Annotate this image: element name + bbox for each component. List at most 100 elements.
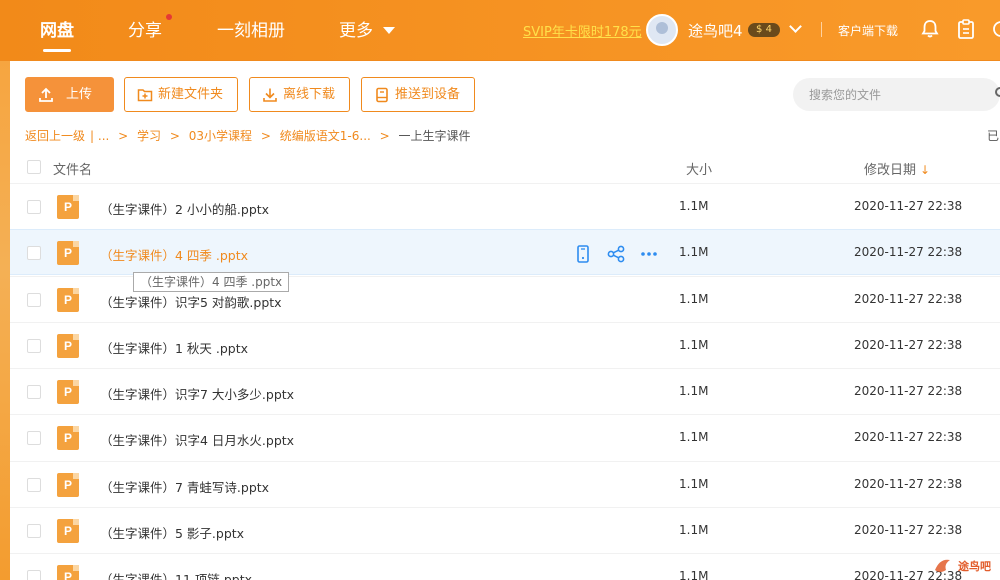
bell-icon[interactable] (919, 18, 941, 40)
breadcrumb-separator: > (118, 129, 129, 143)
row-checkbox[interactable] (27, 431, 41, 445)
column-header-size[interactable]: 大小 (686, 159, 712, 178)
more-icon[interactable] (639, 244, 659, 264)
watermark-logo (935, 559, 950, 572)
file-date: 2020-11-27 22:38 (854, 338, 963, 352)
file-size: 1.1M (679, 569, 709, 580)
username[interactable]: 途鸟吧4 (688, 20, 743, 41)
svip-promo-link[interactable]: SVIP年卡限时178元 (523, 21, 642, 40)
table-row[interactable]: P （生字课件）1 秋天 .pptx 1.1M 2020-11-27 22:38 (10, 322, 1000, 368)
file-date: 2020-11-27 22:38 (854, 292, 963, 306)
new-folder-button-label: 新建文件夹 (158, 87, 224, 102)
search-input[interactable] (809, 85, 979, 105)
row-checkbox[interactable] (27, 200, 41, 214)
new-folder-button[interactable]: 新建文件夹 (124, 77, 238, 112)
pptx-file-icon: P (57, 426, 79, 450)
row-checkbox[interactable] (27, 339, 41, 353)
client-download-link[interactable]: 客户端下载 (838, 22, 898, 39)
pptx-file-icon: P (57, 241, 79, 265)
breadcrumb-item-chinese-edition[interactable]: 统编版语文1-6... (280, 129, 371, 143)
row-checkbox[interactable] (27, 524, 41, 538)
table-row[interactable]: P （生字课件）4 四季 .pptx 1.1M 2020-11-27 22:38 (10, 229, 1000, 275)
table-row[interactable]: P （生字课件）5 影子.pptx 1.1M 2020-11-27 22:38 (10, 507, 1000, 553)
filename-tooltip: （生字课件）4 四季 .pptx (133, 272, 290, 292)
file-size: 1.1M (679, 338, 709, 352)
file-size: 1.1M (679, 384, 709, 398)
level-badge: $ 4 (748, 23, 780, 37)
avatar[interactable] (646, 14, 678, 46)
search-box[interactable] (793, 78, 1000, 111)
upload-button-label: 上传 (66, 87, 93, 102)
row-checkbox[interactable] (27, 570, 41, 580)
breadcrumb-ellipsis[interactable]: | ... (90, 129, 109, 143)
table-row[interactable]: P （生字课件）识字4 日月水火.pptx 1.1M 2020-11-27 22… (10, 414, 1000, 460)
row-checkbox[interactable] (27, 385, 41, 399)
folder-plus-icon (137, 89, 153, 102)
file-name[interactable]: （生字课件）1 秋天 .pptx (100, 338, 248, 357)
table-row[interactable]: P （生字课件）11 项链.pptx 1.1M 2020-11-27 22:38 (10, 553, 1000, 580)
file-name[interactable]: （生字课件）5 影子.pptx (100, 523, 244, 542)
file-name[interactable]: （生字课件）4 四季 .pptx (100, 245, 248, 264)
search-icon[interactable] (995, 87, 1000, 97)
offline-download-button[interactable]: 离线下载 (249, 77, 350, 112)
push-to-device-button[interactable]: 推送到设备 (361, 77, 475, 112)
table-row[interactable]: P （生字课件）2 小小的船.pptx 1.1M 2020-11-27 22:3… (10, 183, 1000, 229)
background-strip (0, 61, 10, 580)
top-nav-bar: 网盘 分享 一刻相册 更多 SVIP年卡限时178元 途鸟吧4 $ 4 客户端下… (0, 0, 1000, 60)
download-icon (263, 88, 277, 102)
breadcrumb-separator: > (260, 129, 271, 143)
row-checkbox[interactable] (27, 478, 41, 492)
pptx-file-icon: P (57, 473, 79, 497)
column-header-date[interactable]: 修改日期 ↓ (864, 159, 930, 178)
device-icon (376, 87, 388, 103)
file-size: 1.1M (679, 199, 709, 213)
file-name[interactable]: （生字课件）2 小小的船.pptx (100, 199, 269, 218)
tab-moment-album[interactable]: 一刻相册 (217, 16, 285, 41)
settings-icon[interactable] (990, 18, 1000, 40)
chevron-down-icon[interactable] (789, 20, 802, 33)
clipboard-icon[interactable] (955, 18, 977, 40)
select-all-checkbox[interactable] (27, 160, 41, 174)
chevron-down-icon[interactable] (383, 27, 395, 34)
breadcrumb-item-primary-course[interactable]: 03小学课程 (189, 129, 252, 143)
push-to-device-button-label: 推送到设备 (395, 87, 461, 102)
file-name[interactable]: （生字课件）识字5 对韵歌.pptx (100, 292, 282, 311)
pptx-file-icon: P (57, 288, 79, 312)
file-date: 2020-11-27 22:38 (854, 477, 963, 491)
upload-icon (39, 87, 53, 102)
share-icon[interactable] (606, 244, 626, 264)
tab-more[interactable]: 更多 (339, 16, 373, 41)
column-header-name[interactable]: 文件名 (53, 159, 92, 178)
offline-download-button-label: 离线下载 (283, 87, 336, 102)
row-actions (565, 244, 665, 264)
phone-icon[interactable] (573, 244, 593, 264)
file-size: 1.1M (679, 523, 709, 537)
file-name[interactable]: （生字课件）11 项链.pptx (100, 569, 252, 580)
breadcrumb-item-study[interactable]: 学习 (137, 129, 161, 143)
tab-share[interactable]: 分享 (128, 16, 162, 41)
file-name[interactable]: （生字课件）识字7 大小多少.pptx (100, 384, 294, 403)
row-checkbox[interactable] (27, 246, 41, 260)
pptx-file-icon: P (57, 519, 79, 543)
table-row[interactable]: P （生字课件）7 青蛙写诗.pptx 1.1M 2020-11-27 22:3… (10, 461, 1000, 507)
divider (821, 22, 822, 37)
upload-button[interactable]: 上传 (25, 77, 114, 112)
watermark-text: 途鸟吧 (958, 560, 991, 573)
notification-dot (166, 14, 172, 20)
sort-arrow-icon: ↓ (920, 163, 931, 177)
row-checkbox[interactable] (27, 293, 41, 307)
file-size: 1.1M (679, 245, 709, 259)
pptx-file-icon: P (57, 195, 79, 219)
table-row[interactable]: P （生字课件）识字7 大小多少.pptx 1.1M 2020-11-27 22… (10, 368, 1000, 414)
column-header-date-label: 修改日期 (864, 163, 917, 178)
file-size: 1.1M (679, 477, 709, 491)
breadcrumb-back-link[interactable]: 返回上一级 (25, 129, 85, 143)
file-size: 1.1M (679, 430, 709, 444)
loaded-count-note: 已 (987, 129, 1000, 143)
file-name[interactable]: （生字课件）7 青蛙写诗.pptx (100, 477, 269, 496)
tab-netdisk[interactable]: 网盘 (40, 16, 74, 52)
file-name[interactable]: （生字课件）识字4 日月水火.pptx (100, 430, 294, 449)
file-size: 1.1M (679, 292, 709, 306)
pptx-file-icon: P (57, 565, 79, 580)
file-date: 2020-11-27 22:38 (854, 523, 963, 537)
